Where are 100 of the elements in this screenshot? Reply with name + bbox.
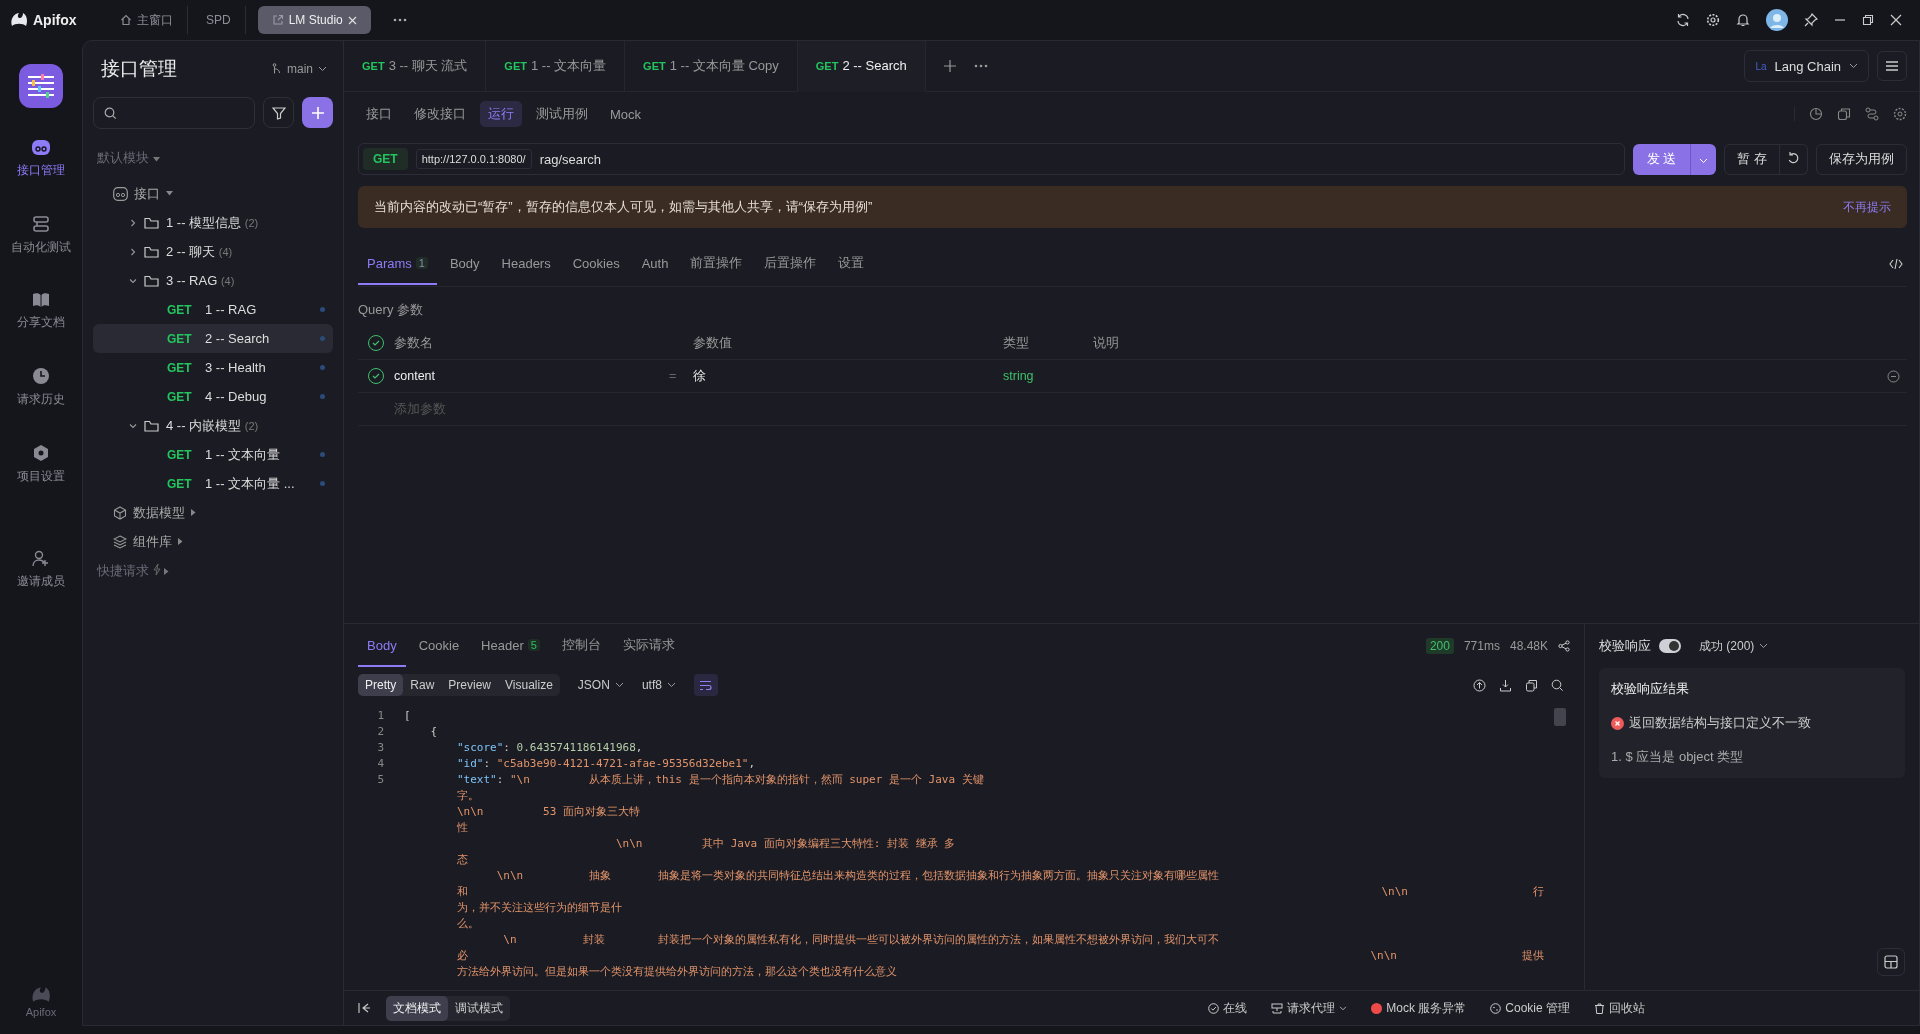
response-tab[interactable]: 控制台	[552, 624, 610, 668]
chart-icon[interactable]	[1809, 107, 1823, 121]
layout-button[interactable]	[1877, 948, 1905, 976]
copy-icon[interactable]	[1837, 107, 1851, 121]
share-icon[interactable]	[1558, 640, 1570, 652]
settings-icon[interactable]	[1706, 13, 1720, 27]
request-tab[interactable]: GET 1 -- 文本向量	[486, 41, 626, 91]
nav-item[interactable]: 请求历史	[2, 357, 80, 418]
sub-tab[interactable]: Mock	[602, 102, 650, 126]
upload-icon[interactable]	[1473, 678, 1486, 692]
mode-tab[interactable]: 文档模式	[386, 995, 448, 1021]
response-tab[interactable]: Body	[358, 625, 406, 667]
response-tab[interactable]: 实际请求	[613, 624, 684, 668]
project-icon[interactable]	[19, 64, 63, 108]
param-tab[interactable]: 前置操作	[681, 242, 752, 286]
param-type[interactable]: string	[1003, 369, 1093, 383]
filter-button[interactable]	[263, 97, 294, 128]
code-icon[interactable]	[1889, 258, 1903, 270]
add-tab-icon[interactable]	[943, 60, 956, 72]
refresh-icon[interactable]	[1676, 13, 1690, 27]
environment-selector[interactable]: La Lang Chain	[1744, 50, 1869, 82]
status-item[interactable]: 在线	[1208, 999, 1248, 1017]
folder-item[interactable]: 2 -- 聊天 (4)	[93, 237, 333, 266]
status-dropdown[interactable]: 成功 (200)	[1699, 637, 1769, 655]
pin-icon[interactable]	[1804, 13, 1818, 27]
url-field[interactable]: GET http://127.0.0.1:8080/ rag/search	[358, 143, 1625, 175]
flow-icon[interactable]	[1865, 107, 1879, 121]
param-tab[interactable]: 后置操作	[755, 242, 826, 286]
nav-item[interactable]: 接口管理	[2, 128, 80, 189]
section-item[interactable]: 数据模型	[93, 498, 333, 527]
param-name[interactable]: content	[394, 369, 669, 383]
more-icon[interactable]	[392, 18, 407, 22]
response-tab[interactable]: Cookie	[409, 625, 469, 667]
status-item[interactable]: 回收站	[1594, 999, 1645, 1017]
param-tab[interactable]: Cookies	[563, 243, 629, 285]
request-tab[interactable]: GET 1 -- 文本向量 Copy	[625, 41, 798, 91]
more-icon[interactable]	[973, 64, 988, 68]
param-value[interactable]: 徐	[693, 367, 1003, 385]
add-button[interactable]	[302, 97, 333, 128]
branch-selector[interactable]: main	[272, 62, 327, 76]
dismiss-link[interactable]: 不再提示	[1843, 198, 1891, 216]
format-tab[interactable]: Preview	[441, 674, 499, 696]
folder-item[interactable]: 4 -- 内嵌模型 (2)	[93, 411, 333, 440]
avatar-icon[interactable]	[1766, 9, 1788, 31]
request-item[interactable]: GET 1 -- RAG	[93, 295, 333, 324]
download-icon[interactable]	[1499, 678, 1512, 692]
close-icon[interactable]	[347, 15, 357, 25]
tree-root[interactable]: 接口	[93, 179, 333, 208]
send-button[interactable]: 发 送	[1632, 143, 1691, 175]
maximize-icon[interactable]	[1862, 14, 1874, 26]
nav-item[interactable]: 邀请成员	[2, 539, 80, 600]
bell-icon[interactable]	[1736, 13, 1750, 27]
status-item[interactable]: Cookie 管理	[1490, 999, 1570, 1017]
copy-icon[interactable]	[1525, 678, 1538, 692]
send-menu-button[interactable]	[1690, 143, 1717, 175]
collapse-icon[interactable]	[358, 1002, 370, 1014]
toggle-switch[interactable]	[1659, 639, 1681, 653]
window-tab[interactable]: SPD	[192, 6, 246, 34]
sub-tab[interactable]: 接口	[358, 101, 400, 127]
param-tab[interactable]: Auth	[632, 243, 678, 285]
wrap-button[interactable]	[693, 674, 718, 696]
close-icon[interactable]	[1890, 14, 1902, 26]
language-dropdown[interactable]: JSON	[577, 678, 624, 692]
format-tab[interactable]: Raw	[403, 674, 442, 696]
request-tab[interactable]: GET 2 -- Search	[797, 40, 926, 92]
folder-item[interactable]: 1 -- 模型信息 (2)	[93, 208, 333, 237]
menu-button[interactable]	[1877, 51, 1907, 81]
request-item[interactable]: GET 2 -- Search	[93, 324, 333, 353]
request-item[interactable]: GET 1 -- 文本向量	[93, 440, 333, 469]
settings-icon[interactable]	[1893, 107, 1907, 121]
status-item[interactable]: Mock 服务异常	[1371, 999, 1467, 1017]
sub-tab[interactable]: 测试用例	[528, 101, 596, 127]
sub-tab[interactable]: 修改接口	[406, 101, 474, 127]
request-item[interactable]: GET 4 -- Debug	[93, 382, 333, 411]
request-tab[interactable]: GET 3 -- 聊天 流式	[344, 41, 487, 91]
scrollbar-thumb[interactable]	[1554, 708, 1566, 726]
param-tab[interactable]: 设置	[829, 242, 874, 286]
save-button[interactable]: 暂 存	[1724, 143, 1780, 175]
nav-item[interactable]: 项目设置	[2, 434, 80, 495]
param-tab[interactable]: Body	[440, 243, 489, 285]
search-field[interactable]	[93, 97, 255, 129]
request-item[interactable]: GET 1 -- 文本向量 ...	[93, 469, 333, 498]
format-tab[interactable]: Pretty	[358, 674, 404, 696]
encoding-dropdown[interactable]: utf8	[641, 678, 676, 692]
nav-item[interactable]: 分享文档	[2, 282, 80, 341]
request-item[interactable]: GET 3 -- Health	[93, 353, 333, 382]
nav-item[interactable]: 自动化测试	[2, 205, 80, 266]
window-tab[interactable]: LM Studio	[257, 6, 371, 34]
folder-item[interactable]: 3 -- RAG (4)	[93, 266, 333, 295]
remove-icon[interactable]	[1887, 369, 1900, 383]
search-icon[interactable]	[1551, 678, 1564, 692]
format-tab[interactable]: Visualize	[498, 674, 560, 696]
section-item[interactable]: 组件库	[93, 527, 333, 556]
param-tab[interactable]: Headers	[492, 243, 560, 285]
undo-button[interactable]	[1780, 143, 1808, 175]
response-tab[interactable]: Header 5	[472, 625, 549, 667]
sub-tab[interactable]: 运行	[480, 101, 522, 127]
window-tab[interactable]: 主窗口	[106, 6, 188, 34]
status-item[interactable]: 请求代理	[1271, 999, 1348, 1017]
mode-tab[interactable]: 调试模式	[448, 995, 510, 1021]
